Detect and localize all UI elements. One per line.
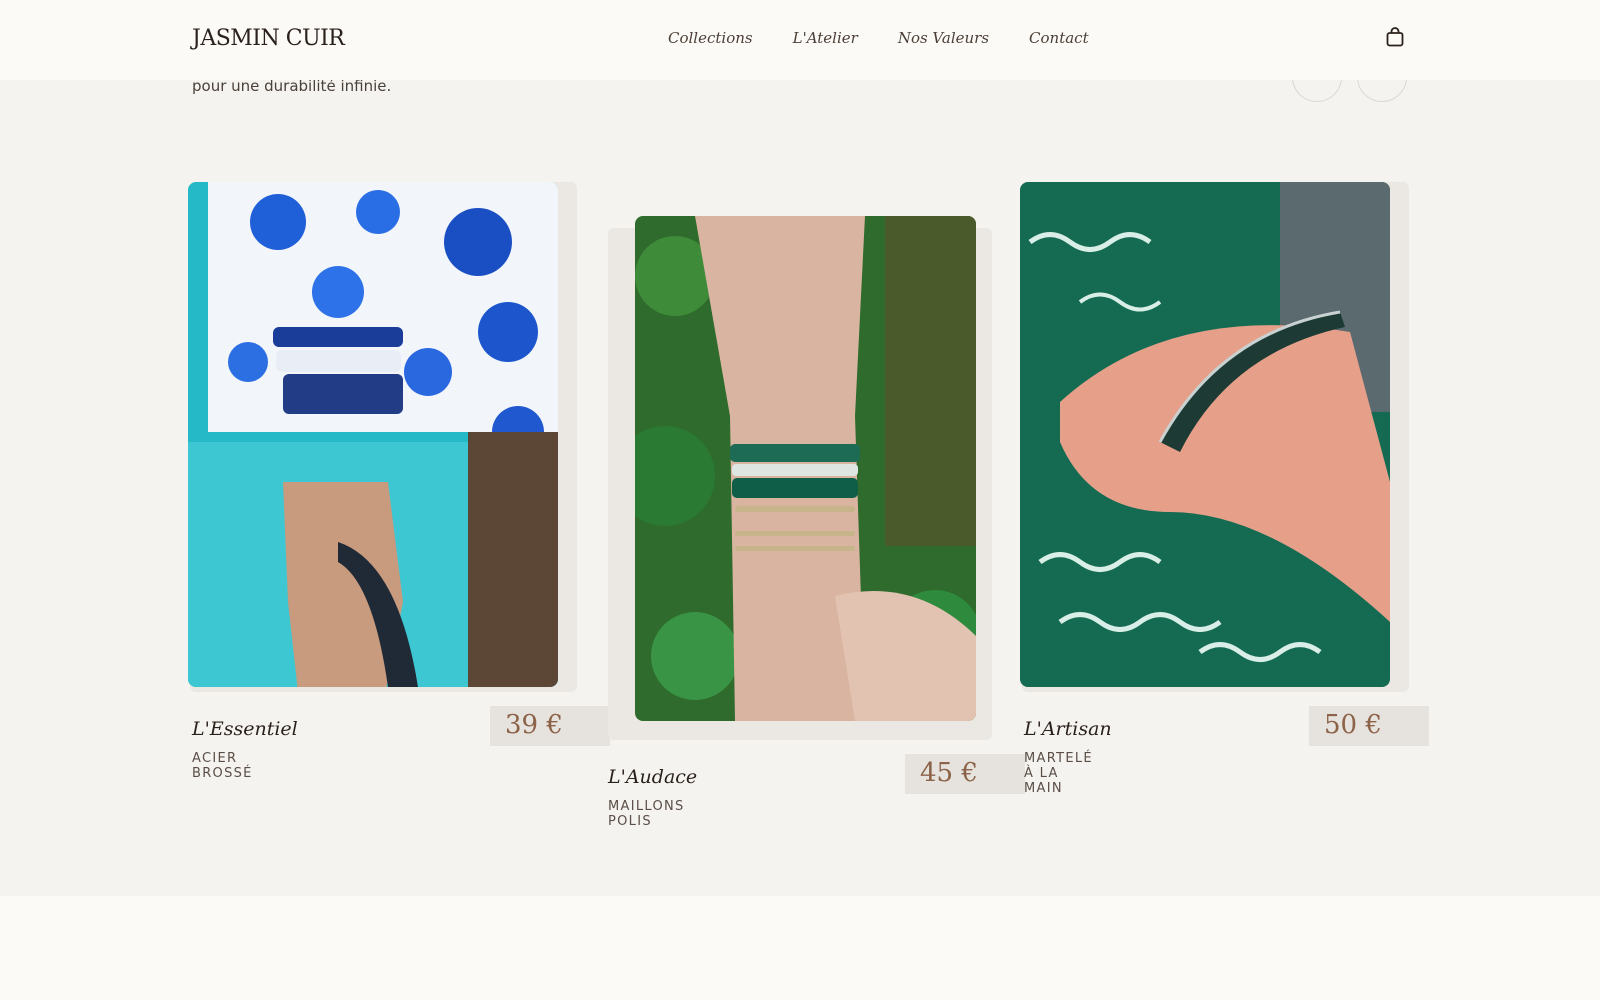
nav-valeurs[interactable]: Nos Valeurs [898,29,989,47]
site-header: JASMIN CUIR Collections L'Atelier Nos Va… [0,0,1600,80]
main-nav: Collections L'Atelier Nos Valeurs Contac… [668,29,1089,47]
brand-logo[interactable]: JASMIN CUIR [192,26,345,51]
product-photo-artisan[interactable] [1020,182,1390,687]
nav-contact[interactable]: Contact [1029,29,1089,47]
photo-essentiel [188,182,558,687]
product-material: MARTELÉ À LA MAIN [1024,751,1093,796]
shopping-bag-icon[interactable] [1386,27,1404,47]
product-photo-essentiel[interactable] [188,182,558,687]
product-photo-audace[interactable] [635,216,976,721]
photo-audace [635,216,976,721]
product-price: 39 € [490,706,610,746]
product-name: L'Audace [608,766,698,788]
product-price: 50 € [1309,706,1429,746]
product-price: 45 € [905,754,1025,794]
products-section: pour une durabilité infinie. L'Essentiel… [0,0,1600,896]
nav-atelier[interactable]: L'Atelier [793,29,858,47]
product-material: MAILLONS POLIS [608,799,685,829]
product-name: L'Essentiel [192,718,298,740]
product-name: L'Artisan [1024,718,1112,740]
product-material: ACIER BROSSÉ [192,751,253,781]
nav-collections[interactable]: Collections [668,29,753,47]
photo-artisan [1020,182,1390,687]
